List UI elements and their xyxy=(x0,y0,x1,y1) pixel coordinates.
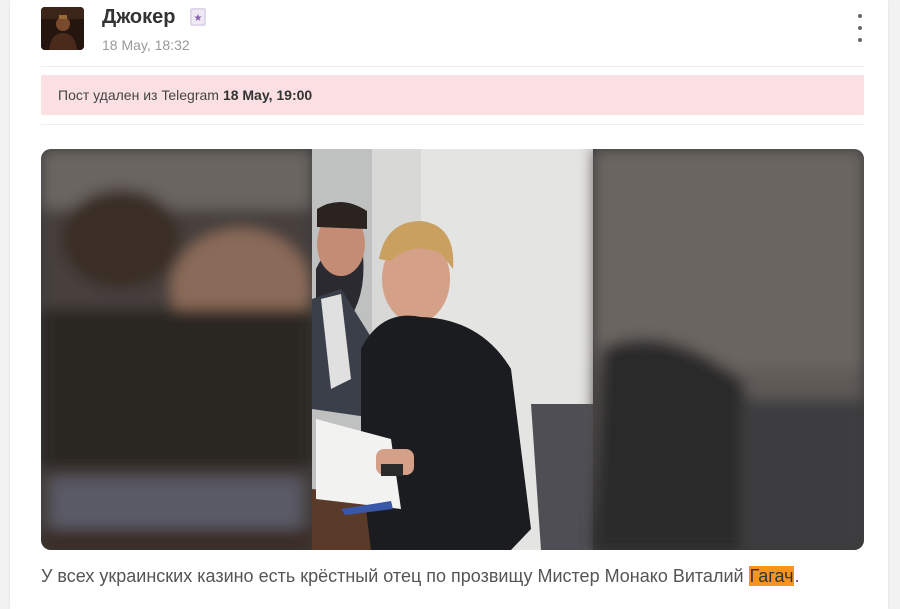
caption-text: У всех украинских казино есть крёстный о… xyxy=(41,566,749,586)
post-date: 18 May, 18:32 xyxy=(102,37,190,53)
post-caption: У всех украинских казино есть крёстный о… xyxy=(41,566,800,587)
avatar-image xyxy=(41,7,84,50)
svg-text:★: ★ xyxy=(194,13,203,24)
deleted-notice: Пост удален из Telegram 18 May, 19:00 xyxy=(41,75,864,115)
post-card: Джокер ★ 18 May, 18:32 Пост удален из Te… xyxy=(10,0,888,609)
caption-highlight[interactable]: Гагач xyxy=(748,566,795,586)
caption-end: . xyxy=(794,566,800,586)
author-name[interactable]: Джокер xyxy=(102,6,176,29)
photo-image xyxy=(41,149,864,550)
divider xyxy=(41,66,864,67)
deleted-notice-text: Пост удален из Telegram xyxy=(58,87,219,103)
deleted-notice-date: 18 May, 19:00 xyxy=(222,87,313,103)
divider xyxy=(41,124,864,125)
more-vertical-icon[interactable] xyxy=(850,14,870,42)
joker-card-icon: ★ xyxy=(190,8,206,26)
author-avatar[interactable] xyxy=(41,7,84,50)
post-photo[interactable] xyxy=(41,149,864,550)
